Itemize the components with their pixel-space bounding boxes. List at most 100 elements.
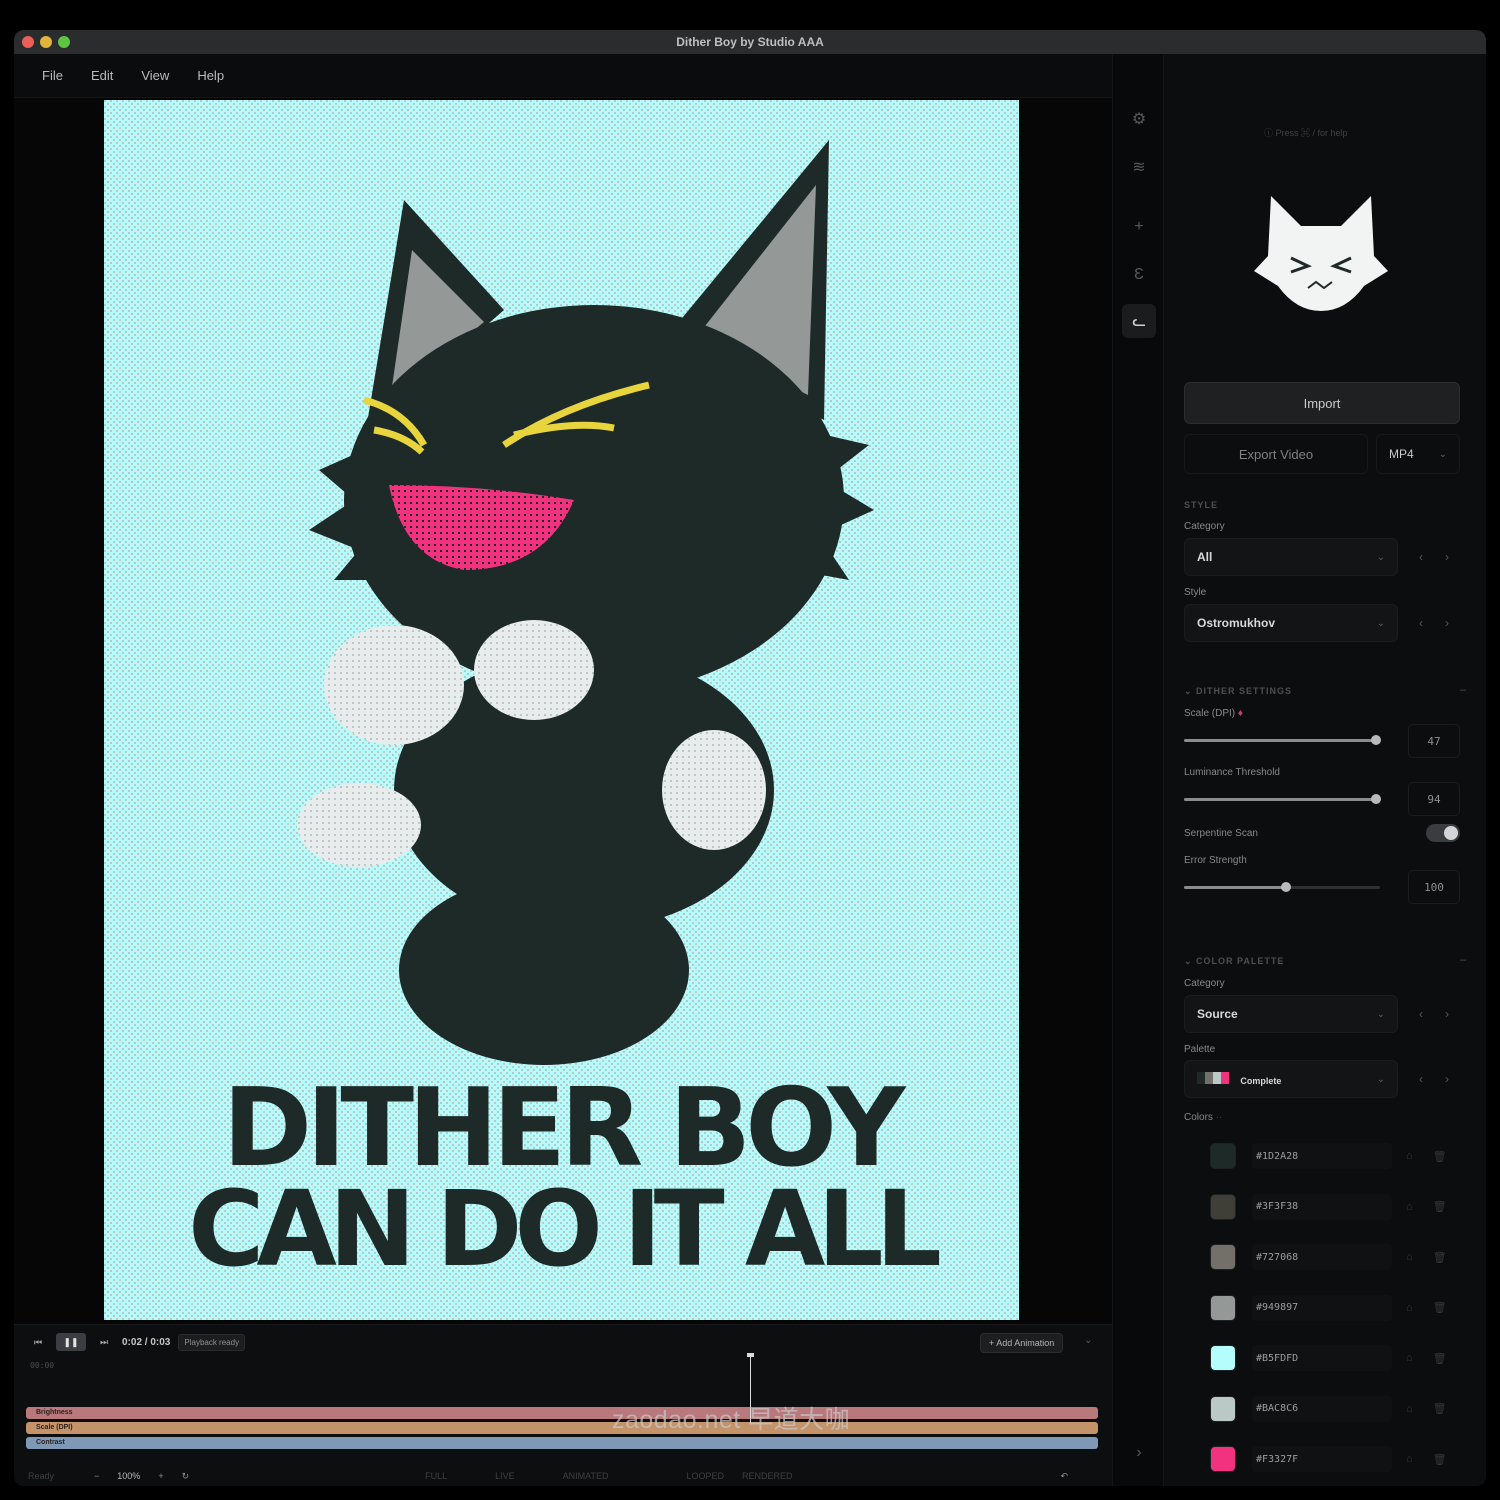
playback-controls: ⏮ ❚❚ ⏭ 0:02 / 0:03 Playback ready — [28, 1333, 246, 1351]
trash-icon[interactable]: 🗑 — [1433, 1402, 1447, 1415]
color-swatch[interactable] — [1210, 1244, 1236, 1270]
mode-full[interactable]: FULL — [425, 1471, 447, 1481]
error-strength-slider[interactable] — [1184, 882, 1380, 892]
lock-icon[interactable]: ⌂ — [1406, 1352, 1413, 1364]
trash-icon[interactable]: 🗑 — [1433, 1301, 1447, 1314]
palette-category-value: Source — [1197, 1007, 1238, 1021]
cat-mascot-glyph: ᓚ — [1132, 313, 1146, 330]
color-swatch[interactable] — [1210, 1345, 1236, 1371]
menu-help[interactable]: Help — [197, 68, 224, 83]
color-hex-input[interactable]: #949897 — [1252, 1294, 1392, 1321]
color-hex-input[interactable]: #BAC8C6 — [1252, 1395, 1392, 1422]
chevron-left-icon[interactable]: ‹ — [1419, 1072, 1423, 1086]
cat-mascot-icon[interactable]: ᓚ — [1122, 304, 1156, 338]
chevron-down-icon: ⌄ — [1376, 617, 1385, 629]
export-video-button[interactable]: Export Video — [1184, 434, 1368, 474]
menu-file[interactable]: File — [42, 68, 63, 83]
pause-button[interactable]: ❚❚ — [56, 1333, 86, 1351]
color-swatch[interactable] — [1210, 1446, 1236, 1472]
color-swatch[interactable] — [1210, 1294, 1236, 1321]
palette-select[interactable]: Complete ⌄ — [1184, 1060, 1398, 1098]
minimize-window-button[interactable] — [40, 36, 52, 48]
timeline-track[interactable]: Brightness — [26, 1407, 1098, 1419]
lock-icon[interactable]: ⌂ — [1406, 1302, 1413, 1314]
color-row: #1D2A28 ⌂ 🗑 — [1184, 1136, 1460, 1176]
add-icon[interactable]: + — [1122, 210, 1156, 244]
chevron-right-icon[interactable]: › — [1445, 550, 1449, 564]
settings-gear-icon[interactable]: ⚙ — [1122, 102, 1156, 136]
serpentine-toggle[interactable] — [1426, 824, 1460, 842]
chevron-right-icon[interactable]: › — [1445, 1072, 1449, 1086]
menu-view[interactable]: View — [141, 68, 169, 83]
mode-animated[interactable]: ANIMATED — [563, 1471, 609, 1481]
trash-icon[interactable]: 🗑 — [1433, 1453, 1447, 1466]
chevron-right-icon[interactable]: › — [1445, 1007, 1449, 1021]
trash-icon[interactable]: 🗑 — [1433, 1150, 1447, 1163]
chevron-down-icon: ⌄ — [1376, 551, 1385, 563]
style-select[interactable]: Ostromukhov ⌄ — [1184, 604, 1398, 642]
timeline-track[interactable]: Scale (DPI) — [26, 1422, 1098, 1434]
menu-bar: File Edit View Help — [14, 54, 1112, 98]
dithered-artwork[interactable]: DITHER BOY CAN DO IT ALL — [104, 100, 1019, 1320]
collapse-icon[interactable]: – — [1460, 954, 1466, 966]
color-hex-input[interactable]: #727068 — [1252, 1244, 1392, 1270]
trash-icon[interactable]: 🗑 — [1433, 1251, 1447, 1264]
palette-category-select[interactable]: Source ⌄ — [1184, 995, 1398, 1033]
close-window-button[interactable] — [22, 36, 34, 48]
color-swatch[interactable] — [1210, 1193, 1236, 1220]
lock-icon[interactable]: ⌂ — [1406, 1201, 1413, 1213]
export-format-select[interactable]: MP4 ⌄ — [1376, 434, 1460, 474]
color-hex-input[interactable]: #3F3F38 — [1252, 1193, 1392, 1220]
chevron-right-icon[interactable]: › — [1445, 616, 1449, 630]
dither-settings-section[interactable]: ⌄ DITHER SETTINGS — [1184, 686, 1292, 697]
import-button[interactable]: Import — [1184, 382, 1460, 424]
color-hex-input[interactable]: #F3327F — [1252, 1446, 1392, 1472]
chevron-down-icon[interactable]: ⌄ — [1084, 1335, 1092, 1346]
cat-preview-svg — [1254, 196, 1388, 311]
zoom-out-button[interactable]: − — [94, 1471, 99, 1481]
skip-forward-icon[interactable]: ⏭ — [94, 1333, 114, 1351]
effects-icon[interactable]: Ɛ — [1122, 258, 1156, 292]
mode-looped[interactable]: LOOPED — [687, 1471, 725, 1481]
trash-icon[interactable]: 🗑 — [1433, 1200, 1447, 1213]
scale-slider[interactable] — [1184, 735, 1382, 745]
mode-rendered[interactable]: RENDERED — [742, 1471, 793, 1481]
keyframe-icon[interactable]: ♦ — [1238, 708, 1243, 719]
lock-icon[interactable]: ⌂ — [1406, 1150, 1413, 1162]
lock-icon[interactable]: ⌂ — [1406, 1403, 1413, 1415]
color-swatch[interactable] — [1210, 1143, 1236, 1169]
timeline-track[interactable]: Contrast — [26, 1437, 1098, 1449]
maximize-window-button[interactable] — [58, 36, 70, 48]
layers-icon[interactable]: ≋ — [1122, 150, 1156, 184]
chevron-right-icon[interactable]: › — [1122, 1436, 1156, 1470]
luminance-slider[interactable] — [1184, 794, 1382, 804]
color-hex-input[interactable]: #B5FDFD — [1252, 1345, 1392, 1371]
lock-icon[interactable]: ⌂ — [1406, 1453, 1413, 1465]
lock-icon[interactable]: ⌂ — [1406, 1251, 1413, 1263]
zoom-in-button[interactable]: + — [158, 1471, 163, 1481]
category-select[interactable]: All ⌄ — [1184, 538, 1398, 576]
color-swatch[interactable] — [1210, 1395, 1236, 1422]
trash-icon[interactable]: 🗑 — [1433, 1352, 1447, 1365]
chip-color — [1197, 1071, 1205, 1084]
luminance-value-input[interactable]: 94 — [1408, 782, 1460, 816]
undo-icon[interactable]: ↶ — [1061, 1471, 1069, 1482]
collapse-icon[interactable]: – — [1460, 684, 1466, 696]
menu-edit[interactable]: Edit — [91, 68, 113, 83]
error-strength-value-input[interactable]: 100 — [1408, 870, 1460, 904]
chevron-left-icon[interactable]: ‹ — [1419, 550, 1423, 564]
scale-value-input[interactable]: 47 — [1408, 724, 1460, 758]
reset-zoom-icon[interactable]: ↻ — [182, 1471, 190, 1482]
color-palette-section[interactable]: ⌄ COLOR PALETTE — [1184, 956, 1284, 967]
scale-slider-thumb[interactable] — [1371, 735, 1382, 745]
chevron-left-icon[interactable]: ‹ — [1419, 616, 1423, 630]
palette-select-content: Complete — [1197, 1071, 1281, 1087]
export-format-value: MP4 — [1389, 447, 1414, 461]
chevron-left-icon[interactable]: ‹ — [1419, 1007, 1423, 1021]
luminance-slider-thumb[interactable] — [1371, 794, 1382, 804]
color-hex-input[interactable]: #1D2A28 — [1252, 1143, 1392, 1169]
error-strength-slider-thumb[interactable] — [1280, 882, 1291, 892]
mode-live[interactable]: LIVE — [495, 1471, 515, 1481]
skip-back-icon[interactable]: ⏮ — [28, 1333, 48, 1351]
add-animation-button[interactable]: + Add Animation — [980, 1333, 1064, 1353]
